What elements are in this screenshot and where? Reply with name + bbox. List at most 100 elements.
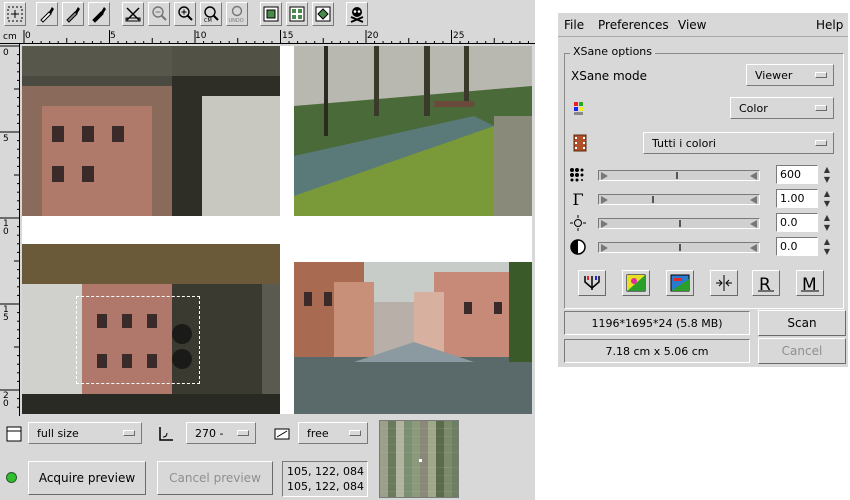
status-led-icon	[6, 472, 17, 483]
preview-toolbar: CM UNDO	[0, 0, 535, 30]
aspect-ratio-select[interactable]: free	[298, 422, 368, 444]
white-point-eyedropper-icon[interactable]	[36, 2, 58, 26]
color-mode-select[interactable]: Color	[730, 97, 834, 119]
ruler-top-label: 20	[367, 31, 379, 41]
full-area-icon[interactable]	[286, 2, 308, 26]
brightness-input[interactable]: 0.0	[776, 213, 818, 232]
cancel-scan-button[interactable]: Cancel	[758, 338, 846, 364]
gamma-slider-thumb[interactable]	[651, 196, 654, 203]
svg-text:R: R	[759, 275, 771, 293]
zoom-area-icon[interactable]: CM	[200, 2, 222, 26]
menu-preferences[interactable]: Preferences	[598, 18, 669, 32]
chevron-down-icon	[237, 430, 249, 436]
pirate-icon[interactable]	[346, 2, 368, 26]
autoselect-icon[interactable]	[260, 2, 282, 26]
store-enhancement-icon[interactable]	[710, 270, 738, 296]
color-mode-value: Color	[739, 101, 768, 115]
contrast-slider-thumb[interactable]	[679, 244, 681, 251]
chevron-down-icon	[815, 105, 827, 111]
ruler-left-label: 10	[3, 219, 9, 237]
preset-area-value: full size	[37, 426, 79, 440]
mode-label: XSane mode	[571, 69, 648, 83]
chevron-down-icon	[815, 140, 827, 146]
menu-help[interactable]: Help	[816, 18, 843, 32]
brightness-slider[interactable]	[598, 218, 760, 229]
mode-select[interactable]: Viewer	[746, 64, 834, 86]
color-mode-icon	[570, 98, 590, 118]
gray-point-eyedropper-icon[interactable]	[62, 2, 84, 26]
rotation-select[interactable]: 270 -	[186, 422, 256, 444]
brightness-row: 0.0 ▲ ▼	[570, 213, 842, 233]
svg-text:M: M	[802, 275, 817, 293]
chevron-down-icon	[123, 430, 135, 436]
mode-value: Viewer	[755, 68, 793, 82]
preview-window: CM UNDO cm 0 5 10 15 20 25 0 5 10 15 20 …	[0, 0, 535, 500]
film-medium-icon	[570, 133, 590, 153]
zoom-out-icon[interactable]	[148, 2, 170, 26]
aspect-ratio-icon	[272, 424, 292, 444]
preset-area-icon	[4, 424, 24, 444]
xsane-options-window: File Preferences View Help XSane options…	[558, 13, 848, 367]
gamma-input[interactable]: 1.00	[776, 189, 818, 208]
preview-selection-rectangle[interactable]	[76, 296, 200, 384]
brightness-slider-thumb[interactable]	[679, 220, 681, 227]
black-point-eyedropper-icon[interactable]	[88, 2, 110, 26]
contrast-slider[interactable]	[598, 242, 760, 253]
group-title: XSane options	[570, 45, 656, 58]
medium-value: Tutti i colori	[652, 136, 716, 150]
select-area-icon[interactable]	[4, 2, 26, 26]
scan-button[interactable]: Scan	[758, 310, 846, 336]
zoom-magnifier	[379, 420, 459, 498]
image-dimensions-info: 7.18 cm x 5.06 cm	[564, 339, 750, 363]
aspect-ratio-value: free	[307, 426, 329, 440]
chevron-down-icon	[815, 72, 827, 78]
resolution-spin-arrows[interactable]: ▲ ▼	[822, 165, 832, 185]
contrast-row: 0.0 ▲ ▼	[570, 237, 842, 257]
resolution-icon	[568, 165, 588, 185]
autoraise-icon[interactable]	[122, 2, 144, 26]
preview-photo-canal-street	[294, 262, 532, 414]
auto-enhancement-icon[interactable]	[578, 270, 606, 296]
preset-area-select[interactable]: full size	[28, 422, 142, 444]
preview-canvas[interactable]	[22, 46, 532, 414]
gamma-spin-arrows[interactable]: ▲ ▼	[822, 189, 832, 209]
ruler-left: 0 5 10 15 20	[0, 44, 20, 416]
menu-view[interactable]: View	[678, 18, 706, 32]
ruler-left-label: 0	[3, 48, 9, 58]
ruler-top-label: 5	[110, 31, 116, 41]
delete-images-icon[interactable]	[312, 2, 334, 26]
gamma-icon: Γ	[572, 189, 584, 209]
contrast-input[interactable]: 0.0	[776, 237, 818, 256]
resolution-input[interactable]: 600	[776, 165, 818, 184]
medium-select[interactable]: Tutti i colori	[643, 132, 834, 154]
menu-file[interactable]: File	[564, 18, 584, 32]
histogram-r-icon[interactable]: R	[752, 270, 780, 296]
acquire-preview-button[interactable]: Acquire preview	[28, 461, 146, 495]
brightness-icon	[568, 213, 588, 233]
image-size-info: 1196*1695*24 (5.8 MB)	[564, 311, 750, 335]
contrast-spin-arrows[interactable]: ▲ ▼	[822, 237, 832, 257]
gamma-row: Γ 1.00 ▲ ▼	[570, 189, 842, 209]
restore-enhancement-icon[interactable]	[666, 270, 694, 296]
chevron-down-icon	[349, 430, 361, 436]
rotation-icon	[156, 424, 176, 444]
preview-photo-park-canal	[294, 46, 532, 216]
histogram-m-icon[interactable]: M	[796, 270, 824, 296]
brightness-spin-arrows[interactable]: ▲ ▼	[822, 213, 832, 233]
resolution-slider[interactable]	[598, 170, 760, 181]
zoom-in-icon[interactable]	[174, 2, 196, 26]
zoom-undo-icon[interactable]: UNDO	[226, 2, 248, 26]
cancel-preview-button[interactable]: Cancel preview	[157, 461, 273, 495]
svg-text:UNDO: UNDO	[229, 18, 244, 23]
resolution-row: 600 ▲ ▼	[570, 165, 842, 185]
svg-text:CM: CM	[204, 18, 212, 23]
ruler-top-label: 10	[195, 31, 207, 41]
ruler-left-label: 5	[3, 134, 9, 144]
gamma-slider[interactable]	[598, 194, 760, 205]
ruler-left-label: 15	[3, 305, 9, 323]
ruler-top-label: 0	[25, 31, 31, 41]
ruler-top: cm 0 5 10 15 20 25	[0, 30, 535, 44]
resolution-slider-thumb[interactable]	[676, 172, 679, 179]
ruler-top-label: 15	[282, 31, 294, 41]
default-enhancement-icon[interactable]	[622, 270, 650, 296]
